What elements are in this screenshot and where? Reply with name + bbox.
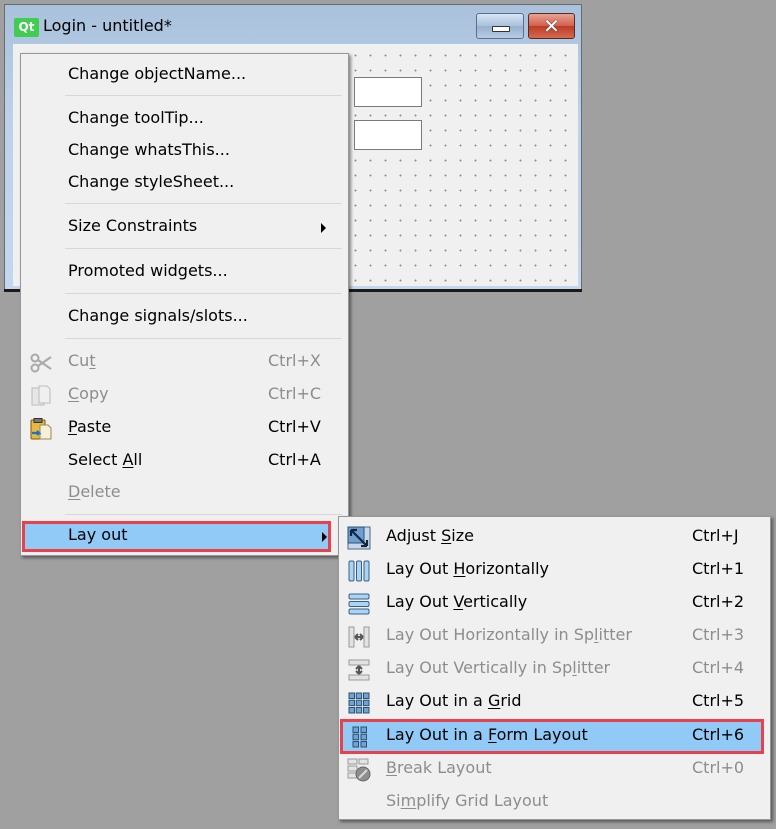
menu-item-label: Change whatsThis... (68, 140, 230, 159)
menu-item-label: Select All (68, 450, 143, 469)
line-edit-username[interactable] (354, 77, 422, 107)
menu-item-label: Copy (68, 384, 109, 403)
shortcut-label: Ctrl+3 (692, 625, 745, 644)
menu-separator (65, 203, 342, 204)
adjust-size-icon (347, 526, 371, 550)
menu-item-label: Break Layout (386, 758, 492, 777)
menu-item-label: Lay Out Vertically (386, 592, 528, 611)
menu-item-size-constraints[interactable]: Size Constraints (24, 212, 345, 243)
menu-item-lay-out-horizontally-splitter[interactable]: Lay Out Horizontally in Splitter Ctrl+3 (342, 621, 767, 652)
horizontal-splitter-icon (348, 626, 370, 648)
menu-separator (65, 293, 342, 294)
close-button[interactable]: ✕ (528, 13, 575, 39)
menu-item-label: Paste (68, 417, 112, 436)
grid-layout-icon (348, 692, 370, 714)
menu-item-label: Adjust Size (386, 526, 474, 545)
menu-item-simplify-grid-layout[interactable]: Simplify Grid Layout (342, 787, 767, 818)
menu-item-label: Change toolTip... (68, 108, 204, 127)
menu-item-label: Lay Out Horizontally in Splitter (386, 625, 632, 644)
minimize-button[interactable] (476, 13, 524, 39)
close-icon: ✕ (543, 14, 560, 38)
menu-item-promoted-widgets[interactable]: Promoted widgets... (24, 257, 345, 288)
menu-item-break-layout[interactable]: Break Layout Ctrl+0 (342, 754, 767, 785)
menu-separator (65, 338, 342, 339)
menu-item-change-whatsthis[interactable]: Change whatsThis... (24, 136, 345, 167)
menu-item-lay-out-vertically[interactable]: Lay Out Vertically Ctrl+2 (342, 588, 767, 619)
menu-separator (65, 95, 342, 96)
shortcut-label: Ctrl+V (268, 417, 321, 436)
menu-item-change-tooltip[interactable]: Change toolTip... (24, 104, 345, 135)
shortcut-label: Ctrl+C (268, 384, 322, 403)
qt-logo-icon: Qt (14, 18, 39, 37)
window-title: Login - untitled* (43, 16, 172, 35)
menu-item-label: Lay Out Vertically in Splitter (386, 658, 611, 677)
menu-item-paste[interactable]: Paste Ctrl+V (24, 413, 345, 444)
menu-item-lay-out-vertically-splitter[interactable]: Lay Out Vertically in Splitter Ctrl+4 (342, 654, 767, 685)
menu-separator (65, 248, 342, 249)
shortcut-label: Ctrl+A (268, 450, 321, 469)
menu-item-lay-out[interactable]: Lay out (22, 521, 331, 552)
menu-item-label: Lay Out in a Form Layout (386, 725, 588, 744)
menu-item-lay-out-form-layout[interactable]: Lay Out in a Form Layout Ctrl+6 (340, 719, 764, 754)
shortcut-label: Ctrl+6 (692, 725, 745, 744)
vertical-splitter-icon (348, 659, 370, 681)
shortcut-label: Ctrl+X (268, 351, 321, 370)
menu-item-label: Change objectName... (68, 64, 247, 83)
horizontal-layout-icon (348, 560, 370, 582)
shortcut-label: Ctrl+5 (692, 691, 745, 710)
scissors-icon (30, 353, 52, 373)
menu-item-label: Simplify Grid Layout (386, 791, 549, 810)
line-edit-password[interactable] (354, 120, 422, 150)
menu-item-change-signals-slots[interactable]: Change signals/slots... (24, 302, 345, 333)
menu-item-select-all[interactable]: Select All Ctrl+A (24, 446, 345, 477)
paste-icon (30, 418, 52, 440)
shortcut-label: Ctrl+0 (692, 758, 745, 777)
context-menu: Change objectName... Change toolTip... C… (20, 53, 349, 556)
menu-item-cut[interactable]: Cut Ctrl+X (24, 347, 345, 378)
menu-item-copy[interactable]: Copy Ctrl+C (24, 380, 345, 411)
copy-icon (31, 385, 51, 406)
menu-item-lay-out-horizontally[interactable]: Lay Out Horizontally Ctrl+1 (342, 555, 767, 586)
menu-item-label: Change signals/slots... (68, 306, 248, 325)
shortcut-label: Ctrl+1 (692, 559, 745, 578)
menu-item-change-objectname[interactable]: Change objectName... (24, 60, 345, 91)
shortcut-label: Ctrl+4 (692, 658, 745, 677)
title-bar[interactable]: Qt Login - untitled* ✕ (5, 5, 581, 43)
submenu-arrow-icon (322, 532, 327, 542)
menu-item-label: Change styleSheet... (68, 172, 235, 191)
vertical-layout-icon (348, 593, 370, 615)
menu-item-delete[interactable]: Delete (24, 478, 345, 509)
submenu-arrow-icon (321, 223, 326, 233)
menu-item-label: Lay out (68, 525, 128, 544)
menu-item-label: Delete (68, 482, 121, 501)
menu-item-label: Promoted widgets... (68, 261, 228, 280)
menu-item-label: Size Constraints (68, 216, 198, 235)
menu-separator (65, 514, 342, 515)
layout-submenu: Adjust Size Ctrl+J Lay Out Horizontally … (338, 516, 771, 820)
menu-item-change-stylesheet[interactable]: Change styleSheet... (24, 168, 345, 199)
menu-item-label: Lay Out in a Grid (386, 691, 522, 710)
menu-item-label: Lay Out Horizontally (386, 559, 549, 578)
shortcut-label: Ctrl+J (692, 526, 739, 545)
form-layout-icon (352, 726, 367, 748)
menu-item-lay-out-grid[interactable]: Lay Out in a Grid Ctrl+5 (342, 687, 767, 718)
break-layout-icon (347, 758, 371, 782)
menu-item-label: Cut (68, 351, 96, 370)
shortcut-label: Ctrl+2 (692, 592, 745, 611)
menu-item-adjust-size[interactable]: Adjust Size Ctrl+J (342, 522, 767, 553)
